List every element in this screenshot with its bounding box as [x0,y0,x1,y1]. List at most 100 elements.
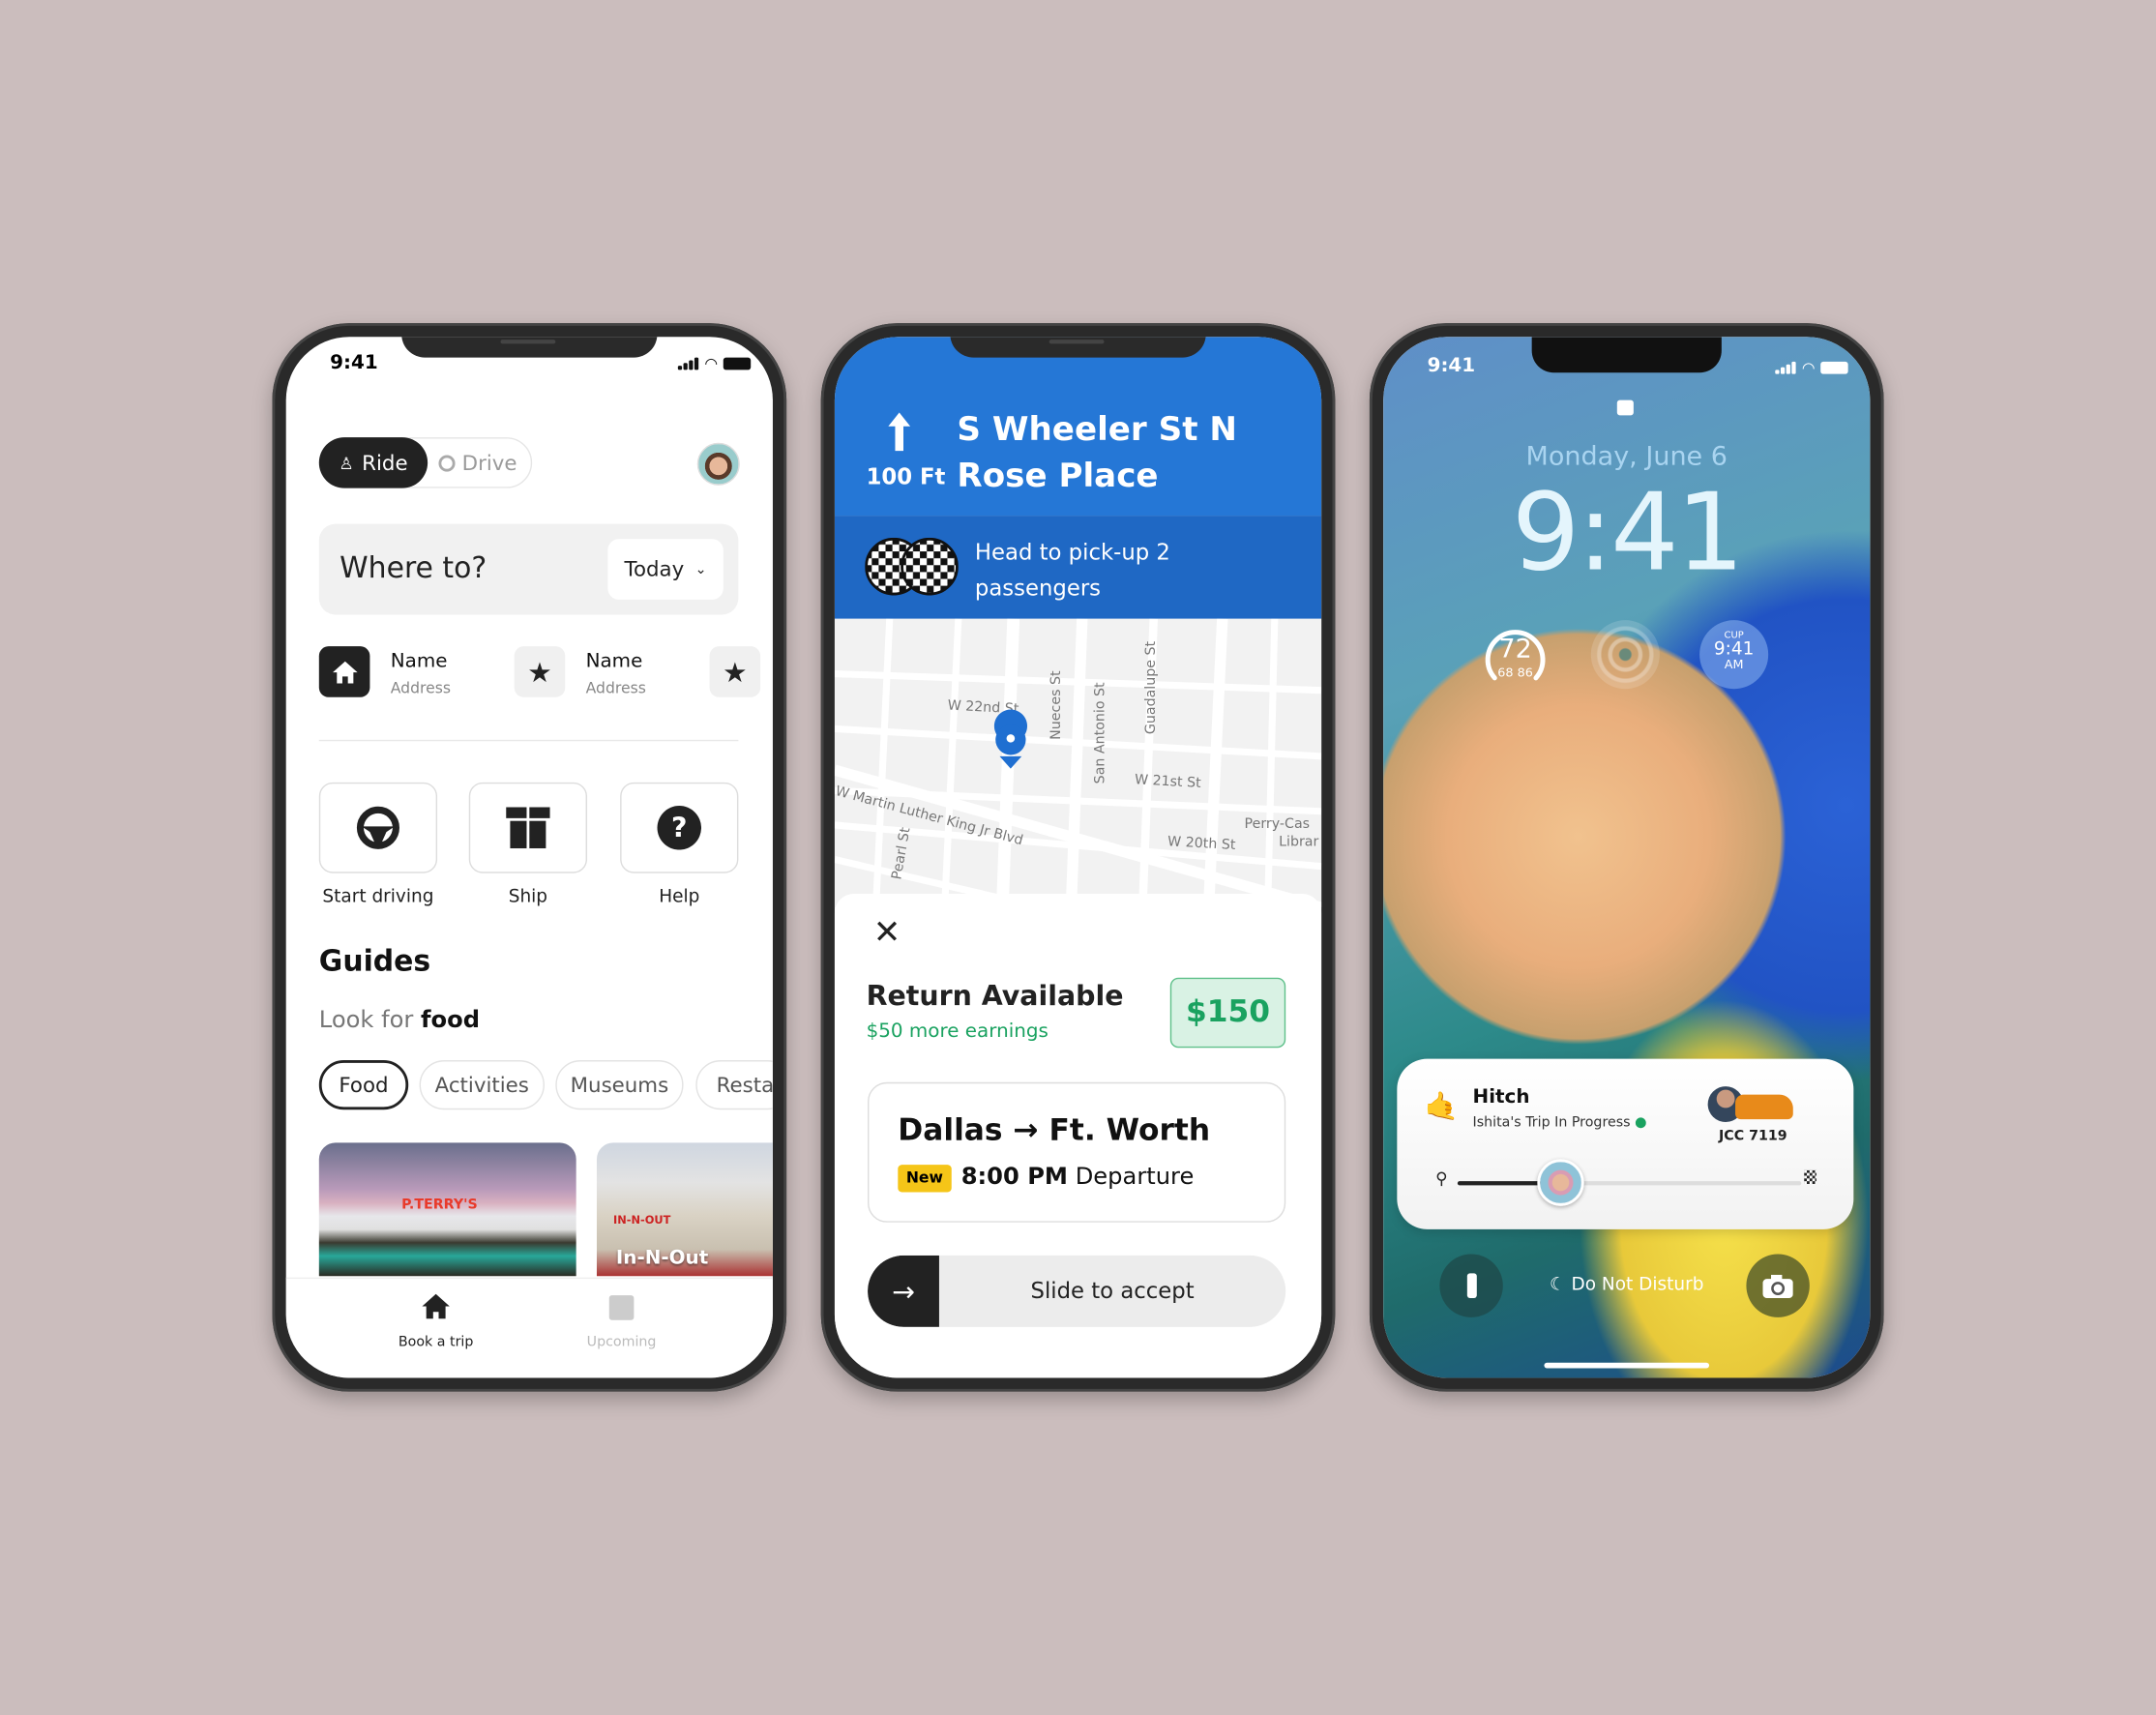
navigation-header: 100 Ft S Wheeler St N Rose Place [834,337,1322,517]
finish-flag-icon [1804,1169,1816,1184]
signal-icon [1775,361,1797,374]
saved-place-home[interactable] [318,646,370,697]
lock-icon [1616,399,1634,416]
mode-toggle[interactable]: ♙ Ride Drive [318,437,533,488]
new-badge: New [898,1165,952,1193]
signal-icon [678,357,699,370]
battery-icon [723,357,752,370]
map-label: Pearl St [889,826,913,881]
drive-tab[interactable]: Drive [438,451,517,476]
bottom-nav: Book a trip Upcoming [285,1277,773,1378]
star-icon: ★ [527,655,552,689]
license-plate: JCC 7119 [1719,1129,1787,1144]
phone-driver-app: 100 Ft S Wheeler St N Rose Place Head to… [820,323,1336,1392]
map-streets: W 22nd St Nueces St San Antonio St Guada… [834,618,1322,913]
activity-rings-widget[interactable] [1590,620,1660,690]
steering-wheel-icon [438,455,456,472]
route-card[interactable]: Dallas → Ft. Worth New 8:00 PM Departure [868,1081,1286,1223]
location-pin-icon[interactable] [993,709,1028,769]
action-label: Help [659,886,700,908]
map-label: W 20th St [1167,834,1236,853]
departure: 8:00 PM Departure [960,1163,1195,1192]
checkered-flags-icon [865,537,959,596]
where-to-search[interactable]: Where to? Today ⌄ [318,523,739,615]
home-icon [422,1293,450,1319]
live-activity-card[interactable]: 🤙 Hitch Ishita's Trip In Progress ● JCC … [1397,1058,1854,1229]
guide-card-pterrys[interactable]: P.TERRY'S [318,1142,576,1277]
trip-progress-bar [1457,1181,1802,1186]
ship-button[interactable] [468,782,588,873]
restaurant-sign: IN-N-OUT [613,1214,671,1227]
distance: 100 Ft [866,463,946,490]
avatar[interactable] [696,442,740,486]
look-for-heading: Look for food [318,1006,481,1035]
notch [401,337,658,358]
street-primary: S Wheeler St N [957,409,1237,449]
weather-widget[interactable]: 72 68 86 [1481,620,1550,689]
ride-tab[interactable]: ♙ Ride [318,437,428,488]
moon-icon: ☾ [1550,1274,1566,1296]
offer-subtitle: $50 more earnings [866,1020,1048,1043]
action-label: Start driving [322,886,434,908]
saved-place-star[interactable]: ★ [514,646,566,697]
help-icon: ? [657,806,702,850]
driver-app-screen: 100 Ft S Wheeler St N Rose Place Head to… [834,337,1322,1378]
notch [950,337,1206,358]
status-icons: ◠ [678,355,752,372]
instruction-band: Head to pick-up 2 passengers [834,516,1322,619]
close-icon[interactable]: ✕ [873,913,901,952]
route: Dallas → Ft. Worth [898,1113,1211,1149]
map-label: Guadalupe St [1143,640,1159,734]
place-name: Name [390,650,448,673]
chevron-down-icon: ⌄ [694,561,707,577]
place-name: Name [585,650,643,673]
status-time: 9:41 [1427,354,1476,377]
saved-place-star[interactable]: ★ [709,646,761,697]
guide-card-in-n-out[interactable]: IN-N-OUT In-N-Out [596,1142,773,1277]
slide-handle[interactable]: → [868,1255,939,1327]
search-placeholder: Where to? [340,551,487,585]
app-name: Hitch [1472,1086,1530,1109]
start-driving-button[interactable] [318,782,438,873]
slide-label: Slide to accept [1030,1277,1195,1304]
dynamic-island [1531,337,1722,373]
street-secondary: Rose Place [957,456,1159,495]
nav-upcoming[interactable]: Upcoming [552,1279,690,1361]
action-label: Ship [508,886,548,908]
map-label: Perry-Cas [1245,816,1311,832]
offer-title: Return Available [866,979,1124,1013]
arrow-up-icon [888,412,911,452]
status-time: 9:41 [330,351,378,374]
camera-button[interactable] [1746,1254,1810,1317]
phone-ride-app: 9:41 ◠ ♙ Ride Drive Where to? Today ⌄ Name… [272,323,787,1392]
ride-app-screen: 9:41 ◠ ♙ Ride Drive Where to? Today ⌄ Name… [285,337,773,1378]
restaurant-sign: P.TERRY'S [401,1198,478,1213]
price-badge: $150 [1169,977,1286,1049]
home-indicator[interactable] [1544,1362,1710,1369]
map-label: Nueces St [1048,670,1064,740]
hand-wave-icon: 🤙 [1424,1088,1460,1123]
help-button[interactable]: ? [620,782,739,873]
when-dropdown[interactable]: Today ⌄ [607,539,724,600]
chip-food[interactable]: Food [318,1060,409,1110]
place-address: Address [390,679,452,697]
chip-museums[interactable]: Museums [555,1060,684,1110]
chip-activities[interactable]: Activities [419,1060,545,1110]
battery-icon [1820,361,1848,374]
wifi-icon: ◠ [1801,359,1816,377]
gift-box-icon [506,807,550,849]
status-icons: ◠ [1775,359,1848,377]
lock-date: Monday, June 6 [1525,441,1728,472]
nav-book-a-trip[interactable]: Book a trip [368,1279,505,1361]
divider [318,739,739,742]
guides-heading: Guides [318,944,431,978]
checklist-icon [608,1295,635,1320]
arrow-right-icon: → [892,1274,915,1308]
slide-to-accept[interactable]: → Slide to accept [868,1255,1286,1327]
place-address: Address [585,679,646,697]
world-clock-widget[interactable]: CUP 9:41 AM [1699,620,1769,690]
card-label: In-N-Out [615,1247,709,1270]
home-icon [332,661,357,683]
map[interactable]: W 22nd St Nueces St San Antonio St Guada… [834,618,1322,913]
chip-restaurants[interactable]: Resta [695,1060,773,1110]
